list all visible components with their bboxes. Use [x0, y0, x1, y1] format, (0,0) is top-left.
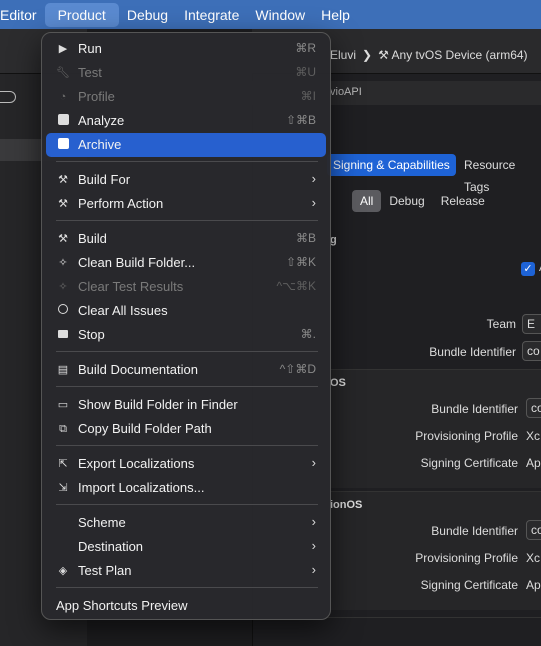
ios-bundle-label: Bundle Identifier — [431, 402, 518, 416]
archive-box-icon — [56, 138, 70, 152]
menubar-window[interactable]: Window — [247, 3, 313, 27]
folder-icon: ▭ — [57, 399, 69, 411]
menu-separator — [56, 386, 318, 387]
menubar-product[interactable]: Product — [44, 2, 119, 27]
play-icon: ▶ — [58, 43, 68, 55]
menu-item-copy-build-folder-path[interactable]: ⧉ Copy Build Folder Path — [46, 417, 326, 441]
bundle-id-field[interactable]: co — [522, 341, 541, 361]
hammer-icon: ⚒ — [58, 198, 68, 210]
book-icon: ▤ — [57, 364, 69, 376]
vision-certificate-value[interactable]: Ap — [526, 578, 541, 592]
chevron-right-icon: › — [311, 455, 316, 470]
section-header-visionos: ionOS — [330, 499, 363, 511]
product-menu: ▶ Run ⌘R 🔧︎ Test ⌘U ◔ Profile ⌘I Analyze… — [41, 32, 331, 620]
menu-item-test-plan[interactable]: ◈ Test Plan › — [46, 559, 326, 583]
menu-separator — [56, 161, 318, 162]
segment-all[interactable]: All — [352, 190, 382, 212]
tab-resource-tags[interactable]: Resource Tags — [464, 154, 541, 194]
broom-icon: ✧ — [58, 257, 68, 269]
gauge-icon: ◔ — [59, 91, 67, 103]
destination-label: Any tvOS Device (arm64) — [391, 48, 528, 62]
section-header-ios: OS — [330, 377, 346, 389]
menu-bar: Editor Product Debug Integrate Window He… — [0, 0, 541, 29]
import-icon: ⇲ — [58, 482, 68, 494]
chevron-right-icon: › — [311, 562, 316, 577]
menu-item-show-build-folder[interactable]: ▭ Show Build Folder in Finder — [46, 393, 326, 417]
menu-item-run[interactable]: ▶ Run ⌘R — [46, 37, 326, 61]
chevron-right-icon: › — [311, 171, 316, 186]
vision-bundle-field[interactable]: co — [526, 520, 541, 540]
menu-item-destination[interactable]: Destination › — [46, 535, 326, 559]
menu-separator — [56, 504, 318, 505]
ios-bundle-field[interactable]: co — [526, 398, 541, 418]
auto-signing-checkbox[interactable]: ✓ — [521, 262, 535, 276]
menu-item-clean-build-folder[interactable]: ✧ Clean Build Folder... ⇧⌘K — [46, 251, 326, 275]
ios-certificate-value[interactable]: Ap — [526, 456, 541, 470]
menu-item-profile[interactable]: ◔ Profile ⌘I — [46, 85, 326, 109]
menu-separator — [56, 351, 318, 352]
menu-item-clear-all-issues[interactable]: Clear All Issues — [46, 299, 326, 323]
hammer-icon: ⚒ — [58, 174, 68, 186]
menu-item-clear-test-results[interactable]: ✧ Clear Test Results ^⌥⌘K — [46, 275, 326, 299]
menu-item-archive[interactable]: Archive — [46, 133, 326, 157]
ios-provisioning-label: Provisioning Profile — [415, 429, 518, 443]
menu-item-build-documentation[interactable]: ▤ Build Documentation ^⇧⌘D — [46, 358, 326, 382]
bundle-id-label: Bundle Identifier — [429, 345, 516, 359]
menubar-debug[interactable]: Debug — [119, 3, 176, 27]
section-header-signing: g — [330, 234, 337, 246]
menu-item-test[interactable]: 🔧︎ Test ⌘U — [46, 61, 326, 85]
config-segmented-control: All Debug Release — [352, 190, 493, 212]
tab-signing-capabilities[interactable]: Signing & Capabilities — [327, 154, 456, 176]
team-label: Team — [486, 317, 516, 331]
menubar-editor[interactable]: Editor — [0, 3, 45, 27]
menu-item-app-shortcuts-preview[interactable]: App Shortcuts Preview — [46, 594, 326, 618]
menu-item-perform-action[interactable]: ⚒ Perform Action › — [46, 192, 326, 216]
vision-certificate-label: Signing Certificate — [420, 578, 518, 592]
menu-item-scheme[interactable]: Scheme › — [46, 511, 326, 535]
copy-icon: ⧉ — [59, 423, 67, 435]
vision-provisioning-value[interactable]: Xc — [526, 551, 541, 565]
export-icon: ⇱ — [58, 458, 68, 470]
hammer-icon: ⚒ — [58, 233, 68, 245]
wrench-icon: 🔧︎ — [56, 67, 70, 79]
menu-separator — [56, 445, 318, 446]
clear-circle-icon — [56, 304, 70, 318]
menu-item-analyze[interactable]: Analyze ⇧⌘B — [46, 109, 326, 133]
chevron-right-icon: ❯ — [362, 48, 373, 62]
vision-bundle-label: Bundle Identifier — [431, 524, 518, 538]
menu-item-import-localizations[interactable]: ⇲ Import Localizations... — [46, 476, 326, 500]
menu-item-stop[interactable]: Stop ⌘. — [46, 323, 326, 347]
ios-certificate-label: Signing Certificate — [420, 456, 518, 470]
chevron-right-icon: › — [311, 538, 316, 553]
stop-icon — [56, 328, 70, 342]
segment-debug[interactable]: Debug — [381, 190, 432, 212]
menubar-help[interactable]: Help — [313, 3, 358, 27]
scheme-name: Eluvi — [330, 48, 357, 62]
menu-separator — [56, 220, 318, 221]
menu-item-export-localizations[interactable]: ⇱ Export Localizations › — [46, 452, 326, 476]
ios-provisioning-value[interactable]: Xc — [526, 429, 541, 443]
broom-icon: ✧ — [58, 281, 68, 293]
analyze-icon — [56, 114, 70, 128]
hammer-icon: ⚒ — [378, 48, 392, 62]
toggle-icon[interactable] — [0, 91, 16, 103]
menu-separator — [56, 587, 318, 588]
chevron-right-icon: › — [311, 195, 316, 210]
segment-release[interactable]: Release — [433, 190, 493, 212]
test-plan-icon: ◈ — [58, 565, 68, 577]
vision-provisioning-label: Provisioning Profile — [415, 551, 518, 565]
menu-item-build[interactable]: ⚒ Build ⌘B — [46, 227, 326, 251]
menu-item-build-for[interactable]: ⚒ Build For › — [46, 168, 326, 192]
chevron-right-icon: › — [311, 514, 316, 529]
editor-tab[interactable]: vioAPI — [330, 86, 362, 98]
team-value[interactable]: E — [522, 314, 541, 334]
menubar-integrate[interactable]: Integrate — [176, 3, 247, 27]
destination-selector[interactable]: Eluvi ❯ ⚒ Any tvOS Device (arm64) — [330, 48, 528, 62]
